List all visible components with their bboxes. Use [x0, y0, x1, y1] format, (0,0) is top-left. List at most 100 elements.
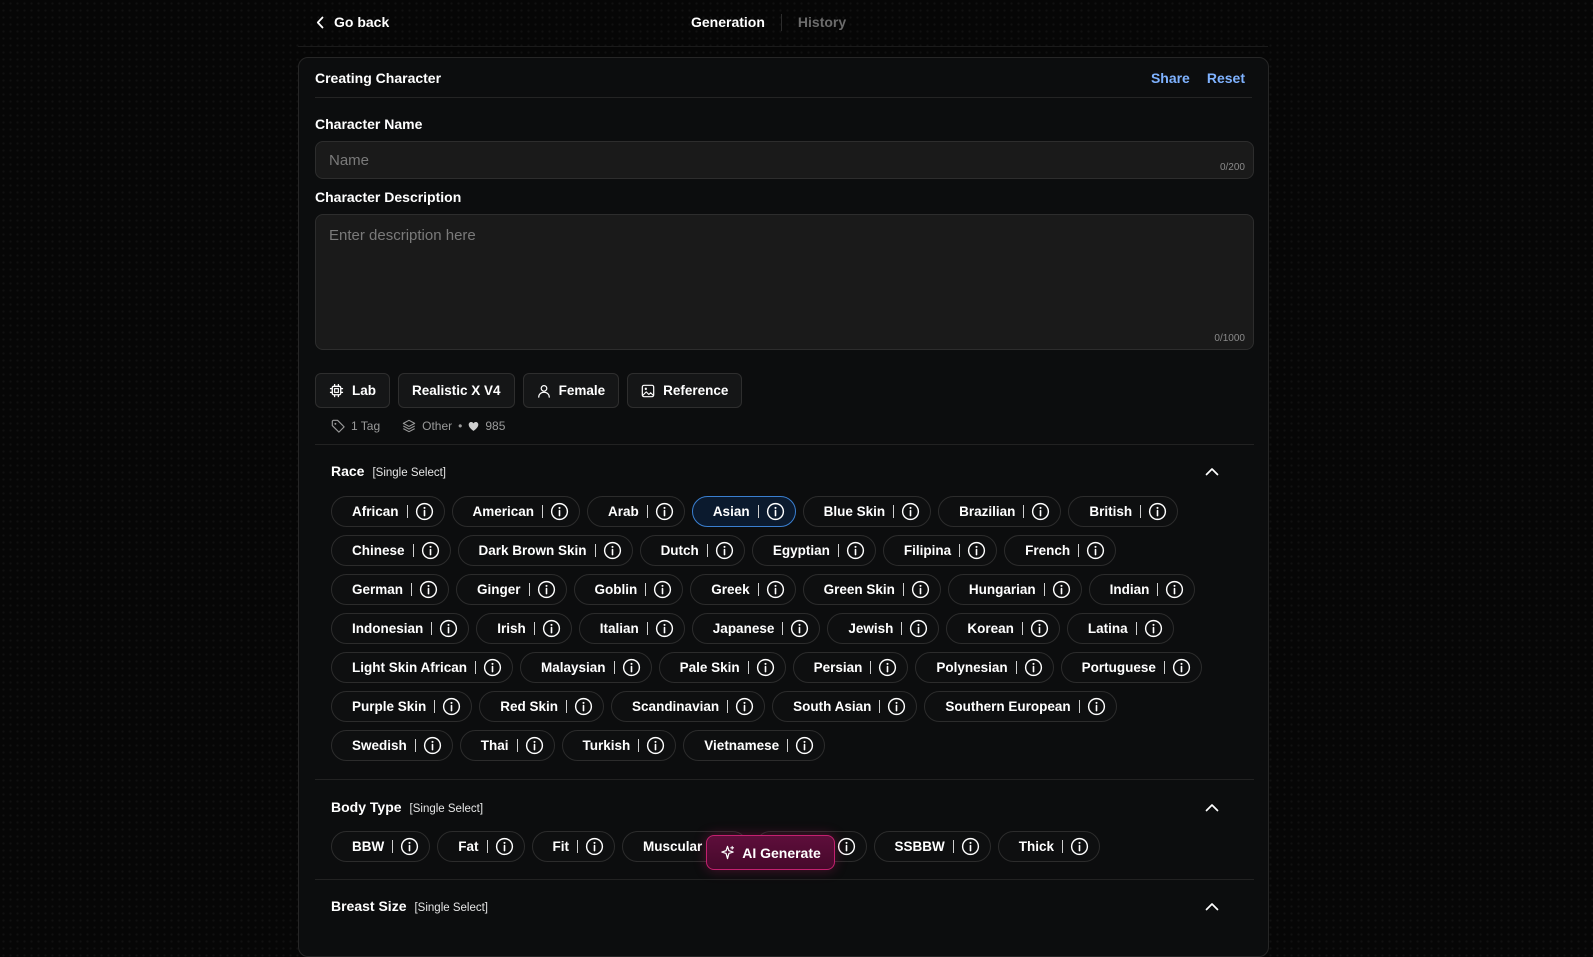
race-option-chip[interactable]: Light Skin African [331, 652, 514, 683]
race-section-header[interactable]: Race [Single Select] [331, 463, 446, 479]
info-icon[interactable] [1165, 580, 1184, 599]
race-option-chip[interactable]: Goblin [573, 574, 684, 605]
race-option-chip[interactable]: Green Skin [802, 574, 941, 605]
body-type-option-chip[interactable]: SSBBW [873, 831, 991, 862]
race-option-chip[interactable]: Dutch [639, 535, 745, 566]
info-icon[interactable] [911, 580, 930, 599]
race-option-chip[interactable]: Indian [1088, 574, 1196, 605]
info-icon[interactable] [423, 736, 442, 755]
info-icon[interactable] [909, 619, 928, 638]
info-icon[interactable] [655, 502, 674, 521]
share-button[interactable]: Share [1151, 70, 1190, 86]
info-icon[interactable] [795, 736, 814, 755]
body-type-section-header[interactable]: Body Type [Single Select] [331, 799, 483, 815]
race-option-chip[interactable]: Egyptian [751, 535, 876, 566]
race-option-chip[interactable]: Malaysian [520, 652, 652, 683]
info-icon[interactable] [1172, 658, 1191, 677]
info-icon[interactable] [622, 658, 641, 677]
race-option-chip[interactable]: Latina [1066, 613, 1174, 644]
race-option-chip[interactable]: Blue Skin [802, 496, 932, 527]
chevron-up-icon[interactable] [1205, 463, 1219, 481]
info-icon[interactable] [603, 541, 622, 560]
race-option-chip[interactable]: Southern European [924, 691, 1117, 722]
go-back-button[interactable]: Go back [316, 12, 389, 32]
ai-generate-button[interactable]: AI Generate [706, 835, 835, 870]
info-icon[interactable] [419, 580, 438, 599]
reset-button[interactable]: Reset [1207, 70, 1245, 86]
info-icon[interactable] [537, 580, 556, 599]
race-option-chip[interactable]: South Asian [772, 691, 918, 722]
info-icon[interactable] [1052, 580, 1071, 599]
info-icon[interactable] [585, 837, 604, 856]
info-icon[interactable] [837, 837, 856, 856]
info-icon[interactable] [846, 541, 865, 560]
info-icon[interactable] [1144, 619, 1163, 638]
race-option-chip[interactable]: British [1068, 496, 1179, 527]
info-icon[interactable] [790, 619, 809, 638]
info-icon[interactable] [1086, 541, 1105, 560]
race-option-chip[interactable]: Brazilian [938, 496, 1062, 527]
info-icon[interactable] [550, 502, 569, 521]
info-icon[interactable] [542, 619, 561, 638]
race-option-chip[interactable]: Persian [792, 652, 909, 683]
reference-button[interactable]: Reference [627, 373, 743, 408]
race-option-chip[interactable]: Pale Skin [658, 652, 786, 683]
info-icon[interactable] [901, 502, 920, 521]
body-type-option-chip[interactable]: BBW [331, 831, 431, 862]
info-icon[interactable] [878, 658, 897, 677]
race-option-chip[interactable]: Italian [578, 613, 685, 644]
info-icon[interactable] [646, 736, 665, 755]
info-icon[interactable] [766, 502, 785, 521]
race-option-chip[interactable]: Ginger [456, 574, 567, 605]
tab-generation[interactable]: Generation [691, 14, 765, 30]
body-type-option-chip[interactable]: Fat [437, 831, 525, 862]
race-option-chip[interactable]: German [331, 574, 450, 605]
breast-size-section-header[interactable]: Breast Size [Single Select] [331, 898, 488, 914]
info-icon[interactable] [887, 697, 906, 716]
info-icon[interactable] [483, 658, 502, 677]
race-option-chip[interactable]: Purple Skin [331, 691, 473, 722]
info-icon[interactable] [756, 658, 775, 677]
race-option-chip[interactable]: African [331, 496, 445, 527]
race-option-chip[interactable]: Scandinavian [611, 691, 766, 722]
chevron-up-icon[interactable] [1205, 898, 1219, 916]
info-icon[interactable] [961, 837, 980, 856]
character-description-input[interactable] [316, 215, 1253, 349]
race-option-chip[interactable]: Filipina [882, 535, 998, 566]
info-icon[interactable] [766, 580, 785, 599]
race-option-chip[interactable]: Red Skin [479, 691, 605, 722]
info-icon[interactable] [967, 541, 986, 560]
gender-select-button[interactable]: Female [522, 373, 620, 408]
race-option-chip[interactable]: American [451, 496, 581, 527]
info-icon[interactable] [1148, 502, 1167, 521]
race-option-chip[interactable]: Korean [946, 613, 1060, 644]
info-icon[interactable] [1030, 619, 1049, 638]
race-option-chip[interactable]: Jewish [827, 613, 940, 644]
race-option-chip[interactable]: Hungarian [947, 574, 1082, 605]
info-icon[interactable] [574, 697, 593, 716]
race-option-chip[interactable]: Dark Brown Skin [457, 535, 633, 566]
info-icon[interactable] [442, 697, 461, 716]
info-icon[interactable] [655, 619, 674, 638]
info-icon[interactable] [525, 736, 544, 755]
lab-button[interactable]: Lab [315, 373, 391, 408]
info-icon[interactable] [653, 580, 672, 599]
race-option-chip[interactable]: Vietnamese [683, 730, 826, 761]
chevron-up-icon[interactable] [1205, 799, 1219, 817]
info-icon[interactable] [735, 697, 754, 716]
race-option-chip[interactable]: Irish [476, 613, 572, 644]
info-icon[interactable] [1070, 837, 1089, 856]
race-option-chip[interactable]: Polynesian [915, 652, 1054, 683]
race-option-chip[interactable]: Greek [690, 574, 796, 605]
character-name-input[interactable] [316, 142, 1253, 178]
tab-history[interactable]: History [798, 14, 846, 30]
race-option-chip[interactable]: Thai [459, 730, 555, 761]
race-option-chip[interactable]: Portuguese [1060, 652, 1202, 683]
race-option-chip[interactable]: Swedish [331, 730, 453, 761]
body-type-option-chip[interactable]: Fit [531, 831, 615, 862]
info-icon[interactable] [1024, 658, 1043, 677]
race-option-chip[interactable]: Indonesian [331, 613, 470, 644]
race-option-chip[interactable]: Chinese [331, 535, 451, 566]
race-option-chip[interactable]: Japanese [691, 613, 821, 644]
race-option-chip[interactable]: Turkish [561, 730, 677, 761]
